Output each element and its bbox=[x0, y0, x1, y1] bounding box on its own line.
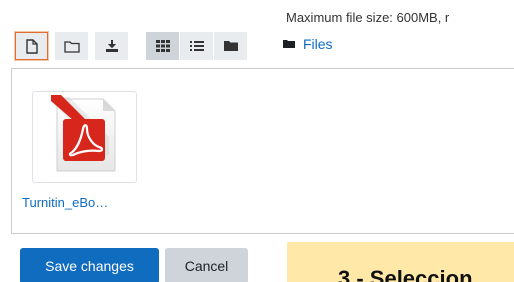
download-button[interactable] bbox=[95, 32, 128, 60]
file-thumbnail bbox=[32, 91, 137, 183]
create-folder-icon bbox=[63, 40, 80, 53]
pdf-file-icon bbox=[49, 94, 121, 180]
add-file-icon bbox=[25, 38, 39, 54]
file-picker-screen: Maximum file size: 600MB, r Files Turnit… bbox=[0, 0, 514, 282]
tree-view-icon bbox=[223, 40, 238, 52]
instruction-callout: 3 - Seleccion bbox=[287, 242, 514, 282]
file-name: Turnitin_eBo… bbox=[22, 195, 109, 210]
list-view-button[interactable] bbox=[180, 32, 213, 60]
grid-view-button[interactable] bbox=[146, 32, 179, 60]
create-folder-button[interactable] bbox=[55, 32, 88, 60]
folder-icon bbox=[283, 36, 295, 52]
save-changes-button[interactable]: Save changes bbox=[20, 248, 159, 282]
tree-view-button[interactable] bbox=[214, 32, 247, 60]
breadcrumb-files-link[interactable]: Files bbox=[303, 36, 333, 52]
grid-view-icon bbox=[155, 40, 170, 52]
download-icon bbox=[105, 39, 119, 53]
list-view-icon bbox=[189, 40, 204, 52]
cancel-button[interactable]: Cancel bbox=[165, 248, 248, 282]
max-file-size-note: Maximum file size: 600MB, r bbox=[286, 10, 450, 25]
callout-text: 3 - Seleccion bbox=[338, 266, 473, 282]
file-area: Turnitin_eBo… bbox=[11, 68, 514, 234]
breadcrumb: Files bbox=[283, 36, 333, 52]
file-item[interactable]: Turnitin_eBo… bbox=[22, 91, 137, 210]
add-file-button[interactable] bbox=[15, 32, 48, 60]
